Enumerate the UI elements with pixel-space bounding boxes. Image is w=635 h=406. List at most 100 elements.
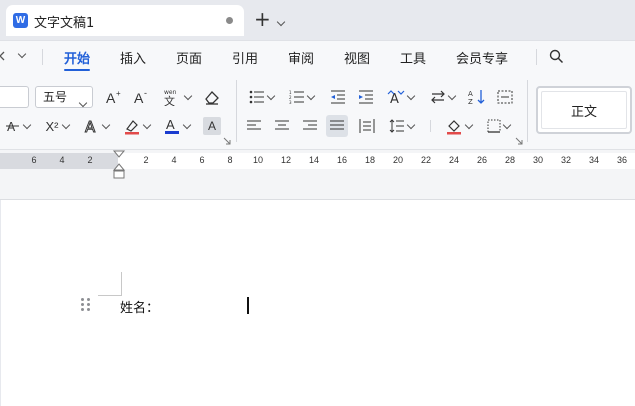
tab-view[interactable]: 视图	[344, 48, 370, 67]
font-color-icon[interactable]: A	[160, 116, 192, 136]
tab-tools[interactable]: 工具	[400, 48, 426, 67]
new-tab-plus-icon[interactable]: +	[254, 9, 271, 29]
svg-text:A: A	[166, 117, 175, 132]
strikethrough-icon[interactable]: A	[4, 116, 32, 136]
ribbon-toolbar: 五号 A + A- wen 文 A X² A A A 1 2 3 A A Z 正…	[0, 72, 635, 150]
ruler-number: 20	[392, 155, 403, 165]
tab-page[interactable]: 页面	[176, 48, 202, 67]
increase-indent-icon[interactable]	[356, 87, 376, 107]
ribbon-divider	[236, 80, 237, 142]
svg-text:A: A	[85, 118, 96, 134]
ruler-number: 18	[364, 155, 375, 165]
hanging-indent-marker[interactable]	[112, 163, 126, 171]
svg-text:+: +	[116, 89, 121, 98]
shading-fill-icon[interactable]	[442, 116, 474, 136]
bullet-list-icon[interactable]	[246, 87, 276, 107]
shrink-font-icon[interactable]: A-	[132, 87, 152, 107]
svg-text:-: -	[144, 89, 147, 98]
ruler-number: 12	[280, 155, 291, 165]
left-indent-marker[interactable]	[113, 170, 125, 179]
quick-access-chevron-down-icon[interactable]	[16, 49, 28, 61]
align-left-icon[interactable]	[244, 116, 264, 136]
paragraph-direction-icon[interactable]	[426, 87, 458, 107]
font-name-select[interactable]	[0, 86, 29, 108]
numbered-list-icon[interactable]: 123	[286, 87, 316, 107]
ruler-number: 6	[199, 155, 205, 165]
document-canvas: 姓名：	[0, 200, 635, 406]
margin-corner-mark	[121, 272, 122, 296]
ruler-number: 4	[171, 155, 177, 165]
phonetic-guide-icon[interactable]: wen 文	[160, 87, 192, 107]
menu-divider	[536, 49, 537, 65]
tab-references[interactable]: 引用	[232, 48, 258, 67]
font-size-select[interactable]: 五号	[35, 86, 93, 108]
ruler-number: 16	[336, 155, 347, 165]
svg-text:A: A	[106, 90, 116, 105]
ruler-bottom-area	[0, 169, 635, 200]
font-size-value: 五号	[43, 90, 68, 104]
ruler-number: 14	[308, 155, 319, 165]
text-effect-icon[interactable]: A	[82, 116, 110, 136]
title-bar: W 文字文稿1 +	[0, 0, 635, 40]
ruler-number: 8	[227, 155, 233, 165]
menu-bar: 开始 插入 页面 引用 审阅 视图 工具 会员专享	[0, 40, 635, 72]
document-tab[interactable]: W 文字文稿1	[6, 5, 244, 36]
eraser-icon[interactable]	[202, 87, 222, 107]
tab-home[interactable]: 开始	[64, 48, 90, 67]
ruler-number: 2	[87, 155, 93, 165]
ruler-number: 4	[59, 155, 65, 165]
distributed-align-icon[interactable]	[356, 116, 378, 136]
search-icon[interactable]	[548, 48, 564, 64]
justify-icon[interactable]	[326, 115, 348, 137]
ribbon-divider	[527, 80, 528, 142]
align-right-icon[interactable]	[300, 116, 320, 136]
style-normal[interactable]: 正文	[536, 86, 632, 134]
style-name: 正文	[570, 104, 597, 120]
borders-icon[interactable]	[482, 116, 514, 136]
paragraph-drag-handle-icon[interactable]	[81, 298, 91, 312]
chevron-down-icon	[78, 92, 88, 112]
highlight-color-icon[interactable]	[120, 116, 152, 136]
character-shading-icon[interactable]: A	[203, 117, 221, 135]
writer-logo-icon: W	[13, 13, 28, 28]
decrease-indent-icon[interactable]	[328, 87, 348, 107]
ruler-number: 32	[560, 155, 571, 165]
ruler-number: 22	[420, 155, 431, 165]
overflow-chevron-left-icon[interactable]	[0, 50, 6, 62]
align-center-icon[interactable]	[272, 116, 292, 136]
ruler-number: 24	[448, 155, 459, 165]
superscript-button[interactable]: X²	[42, 116, 72, 136]
tab-member[interactable]: 会员专享	[456, 48, 508, 67]
svg-text:A: A	[390, 92, 399, 105]
ruler-number: 34	[588, 155, 599, 165]
horizontal-ruler[interactable]: 6 4 2 2 4 6 8 10 12 14 16 18 20 22 24 26 28 30 32 34 36	[0, 150, 635, 200]
svg-text:A: A	[134, 90, 144, 105]
ruler-number: 30	[532, 155, 543, 165]
line-spacing-icon[interactable]	[386, 116, 416, 136]
active-tab-indicator	[64, 69, 90, 71]
ruler-number: 10	[252, 155, 263, 165]
text-caret	[247, 297, 249, 314]
ruler-number: 36	[616, 155, 627, 165]
first-line-indent-marker[interactable]	[112, 150, 126, 158]
document-page[interactable]: 姓名：	[1, 200, 635, 406]
tab-insert[interactable]: 插入	[120, 48, 146, 67]
svg-text:文: 文	[164, 94, 175, 106]
font-dialog-launcher-icon[interactable]	[222, 136, 232, 146]
ruler-number: 6	[31, 155, 37, 165]
svg-text:Z: Z	[468, 98, 473, 105]
indent-markers[interactable]	[112, 150, 126, 180]
svg-text:A: A	[468, 90, 473, 98]
document-title: 文字文稿1	[34, 16, 95, 31]
text-direction-icon[interactable]: A	[384, 87, 416, 107]
unsaved-dot-icon[interactable]	[226, 17, 233, 24]
paragraph-dialog-launcher-icon[interactable]	[514, 136, 524, 146]
ruler-number: 26	[476, 155, 487, 165]
tab-review[interactable]: 审阅	[288, 48, 314, 67]
paragraph-text[interactable]: 姓名：	[120, 297, 159, 316]
new-tab-chevron-down-icon[interactable]	[276, 14, 286, 29]
sort-icon[interactable]: AZ	[466, 87, 488, 107]
superscript-icon: X²	[45, 118, 59, 134]
show-marks-icon[interactable]	[494, 87, 516, 107]
grow-font-icon[interactable]: A +	[104, 87, 124, 107]
